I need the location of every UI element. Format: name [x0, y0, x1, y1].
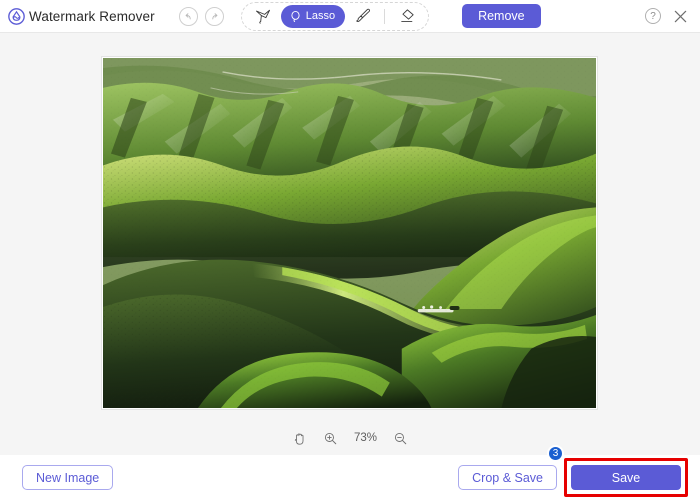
save-button-wrapper: Save 3 [547, 445, 688, 497]
lasso-icon [289, 10, 302, 23]
brand: Watermark Remover [8, 7, 155, 25]
tool-eraser[interactable] [392, 5, 421, 28]
hand-tool-icon[interactable] [292, 431, 307, 446]
tool-lasso-label: Lasso [305, 10, 336, 22]
image-frame [102, 57, 597, 409]
tool-group: Lasso [240, 1, 430, 31]
zoom-level-label: 73% [353, 432, 378, 444]
zoom-in-icon[interactable] [323, 431, 338, 446]
undo-button[interactable] [178, 6, 198, 26]
redo-button[interactable] [204, 6, 224, 26]
watermark-remover-window: Watermark Remover Lasso Remove ? 73% New… [0, 0, 700, 500]
waterdrop-wave-logo-icon [8, 7, 25, 25]
header-right-actions: ? [645, 8, 688, 24]
hills-photo [103, 58, 596, 408]
remove-button[interactable]: Remove [462, 4, 541, 28]
annotation-step-badge: 3 [547, 445, 564, 462]
app-title: Watermark Remover [29, 8, 155, 24]
zoom-out-icon[interactable] [393, 431, 408, 446]
tool-divider [384, 8, 386, 24]
tool-polygonal-lasso[interactable] [249, 5, 278, 28]
save-button[interactable]: Save [571, 465, 681, 490]
question-mark-icon[interactable]: ? [645, 8, 661, 24]
history-controls [178, 6, 224, 26]
close-x-icon[interactable] [673, 9, 688, 24]
editor-canvas[interactable]: 73% [0, 33, 700, 455]
tool-brush[interactable] [348, 5, 377, 28]
new-image-button[interactable]: New Image [22, 465, 114, 490]
zoom-controls: 73% [0, 423, 700, 453]
footer-right-actions: Crop & Save Save 3 [458, 445, 688, 497]
app-header: Watermark Remover Lasso Remove ? [0, 0, 700, 33]
crop-and-save-button[interactable]: Crop & Save [458, 465, 557, 490]
tool-lasso[interactable]: Lasso [280, 4, 346, 28]
app-footer: New Image Crop & Save Save 3 [0, 445, 700, 500]
